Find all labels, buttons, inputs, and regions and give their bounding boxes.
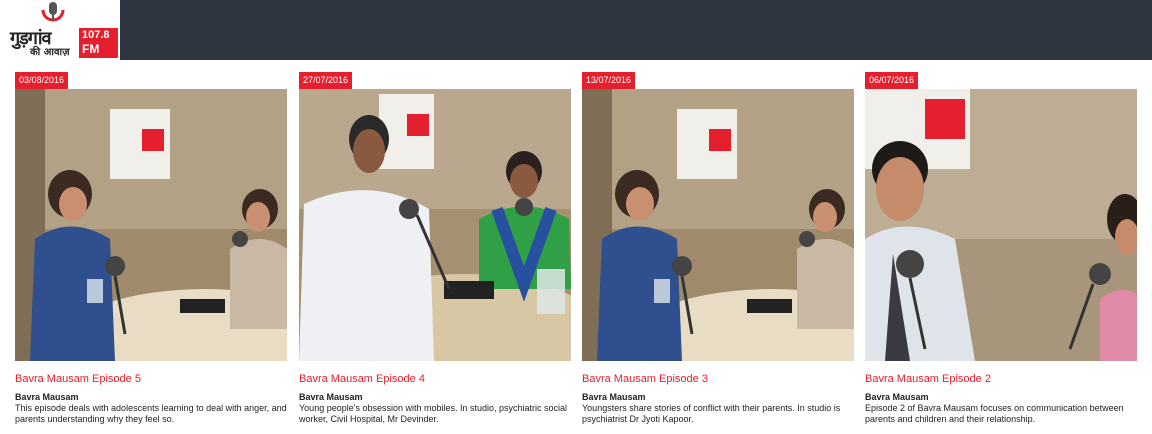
episode-title-link[interactable]: Bavra Mausam Episode 2: [865, 373, 991, 385]
episode-date-badge: 03/08/2016: [15, 72, 69, 89]
studio-photo-image: [865, 89, 1137, 361]
studio-photo-image: [582, 89, 854, 361]
episode-description: This episode deals with adolescents lear…: [15, 403, 287, 424]
episode-photo[interactable]: [15, 89, 287, 361]
episode-title-link[interactable]: Bavra Mausam Episode 4: [299, 373, 425, 385]
episode-date-badge: 27/07/2016: [299, 72, 353, 89]
episode-program-name: Bavra Mausam: [299, 392, 363, 402]
frequency-badge: 107.8 FM: [79, 28, 118, 58]
studio-photo-image: [299, 89, 571, 361]
episode-photo[interactable]: [582, 89, 854, 361]
episode-program-name: Bavra Mausam: [865, 392, 929, 402]
microphone-icon: [41, 2, 65, 22]
episode-photo[interactable]: [865, 89, 1137, 361]
frequency-number: 107.8: [82, 29, 110, 41]
episode-description: Young people's obsession with mobiles. I…: [299, 403, 568, 424]
station-logo[interactable]: गुड़गांव की आवाज़ 107.8 FM: [0, 0, 120, 60]
episode-photo[interactable]: [299, 89, 571, 361]
episode-description: Episode 2 of Bavra Mausam focuses on com…: [865, 403, 1124, 424]
episode-title-link[interactable]: Bavra Mausam Episode 3: [582, 373, 708, 385]
episode-program-name: Bavra Mausam: [582, 392, 646, 402]
studio-photo-image: [15, 89, 287, 361]
frequency-band: FM: [82, 42, 100, 56]
episode-title-link[interactable]: Bavra Mausam Episode 5: [15, 373, 141, 385]
episode-date-badge: 13/07/2016: [582, 72, 636, 89]
episode-date-badge: 06/07/2016: [865, 72, 919, 89]
logo-hindi-line2: की आवाज़: [30, 47, 70, 58]
episode-program-name: Bavra Mausam: [15, 392, 79, 402]
episode-description: Youngsters share stories of conflict wit…: [582, 403, 841, 424]
top-header-bar: गुड़गांव की आवाज़ 107.8 FM: [0, 0, 1152, 60]
